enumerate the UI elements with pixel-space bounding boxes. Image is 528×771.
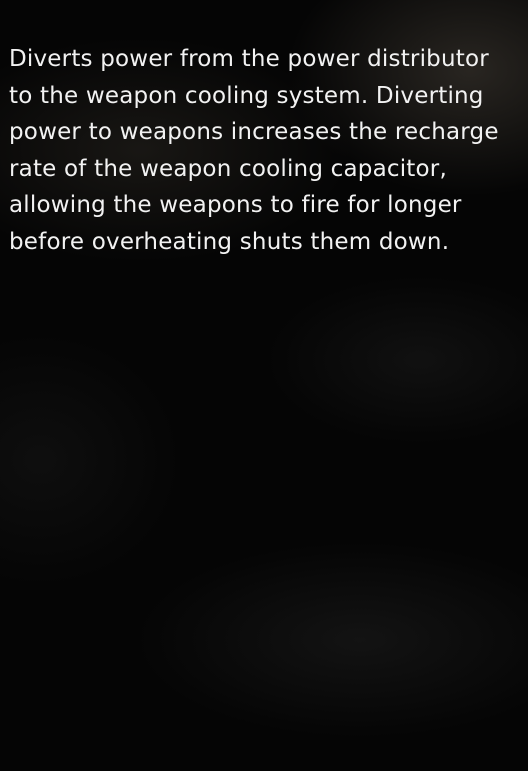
weapon-power-description: Diverts power from the power distributor…	[9, 46, 499, 255]
tooltip-panel: Diverts power from the power distributor…	[0, 0, 528, 771]
